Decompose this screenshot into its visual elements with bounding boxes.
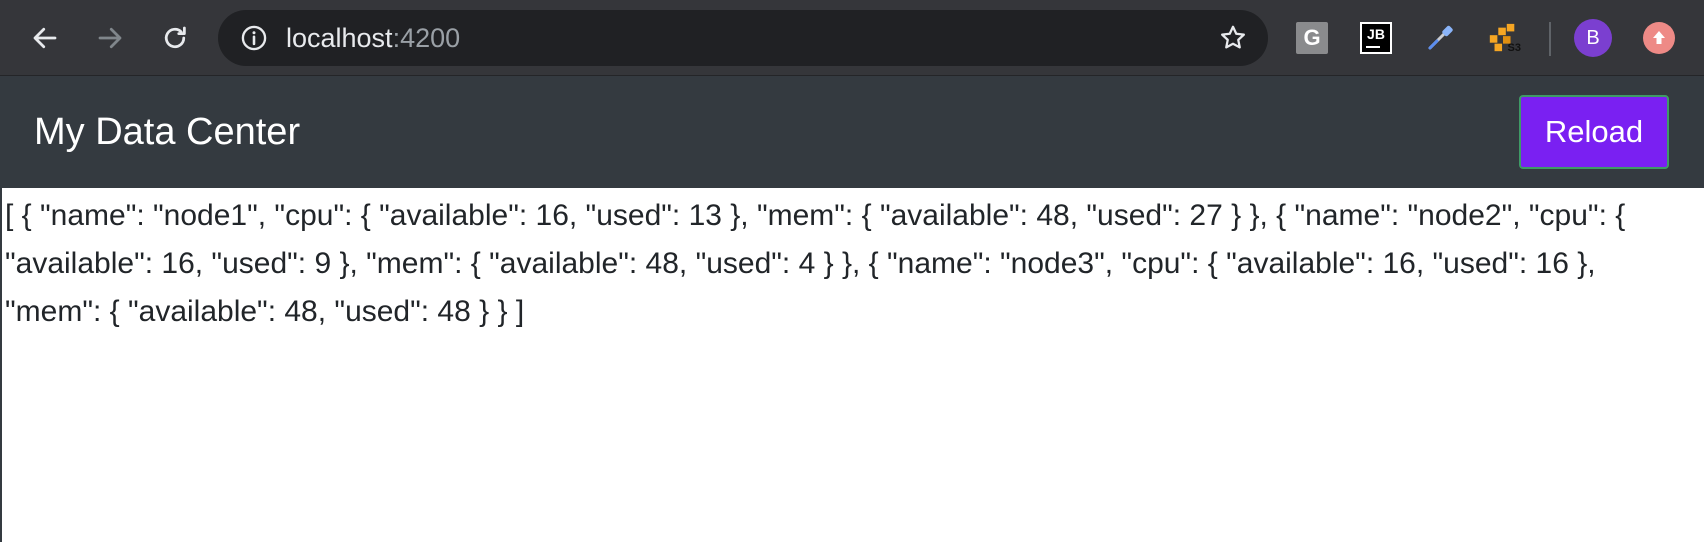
reload-icon — [164, 26, 186, 49]
back-button[interactable] — [25, 18, 65, 58]
url-host: localhost — [286, 23, 393, 53]
page-title: My Data Center — [34, 111, 301, 153]
update-button[interactable] — [1643, 22, 1675, 54]
reload-page-button[interactable] — [155, 18, 195, 58]
jb-extension-icon[interactable]: JB — [1360, 22, 1392, 54]
json-output: [ { "name": "node1", "cpu": { "available… — [5, 199, 1626, 328]
info-icon[interactable] — [240, 24, 268, 52]
reload-button[interactable]: Reload — [1519, 95, 1669, 169]
arrow-left-icon — [33, 27, 57, 49]
aws-s3-label: S3 — [1507, 42, 1521, 54]
browser-toolbar: localhost:4200 G JB S3 B — [0, 0, 1704, 76]
url-text[interactable]: localhost:4200 — [286, 10, 460, 66]
url-port: :4200 — [392, 23, 461, 53]
aws-s3-icon[interactable]: S3 — [1487, 22, 1521, 54]
jb-extension-label: JB — [1367, 26, 1385, 42]
address-bar[interactable]: localhost:4200 — [218, 10, 1268, 66]
g-extension-icon[interactable]: G — [1296, 22, 1328, 54]
g-extension-label: G — [1303, 25, 1321, 50]
arrow-right-icon — [98, 27, 122, 49]
update-arrow-icon — [1653, 31, 1665, 44]
app-navbar: My Data Center Reload — [0, 76, 1704, 188]
avatar-letter: B — [1586, 26, 1600, 49]
star-icon[interactable] — [1218, 23, 1248, 53]
jb-bar-mark — [1366, 46, 1380, 48]
color-dropper-icon[interactable] — [1424, 22, 1456, 54]
main-content: [ { "name": "node1", "cpu": { "available… — [0, 188, 1704, 542]
dropper-glyph — [1428, 25, 1453, 50]
profile-avatar[interactable]: B — [1574, 19, 1612, 57]
forward-button[interactable] — [90, 18, 130, 58]
toolbar-divider — [1549, 22, 1551, 56]
